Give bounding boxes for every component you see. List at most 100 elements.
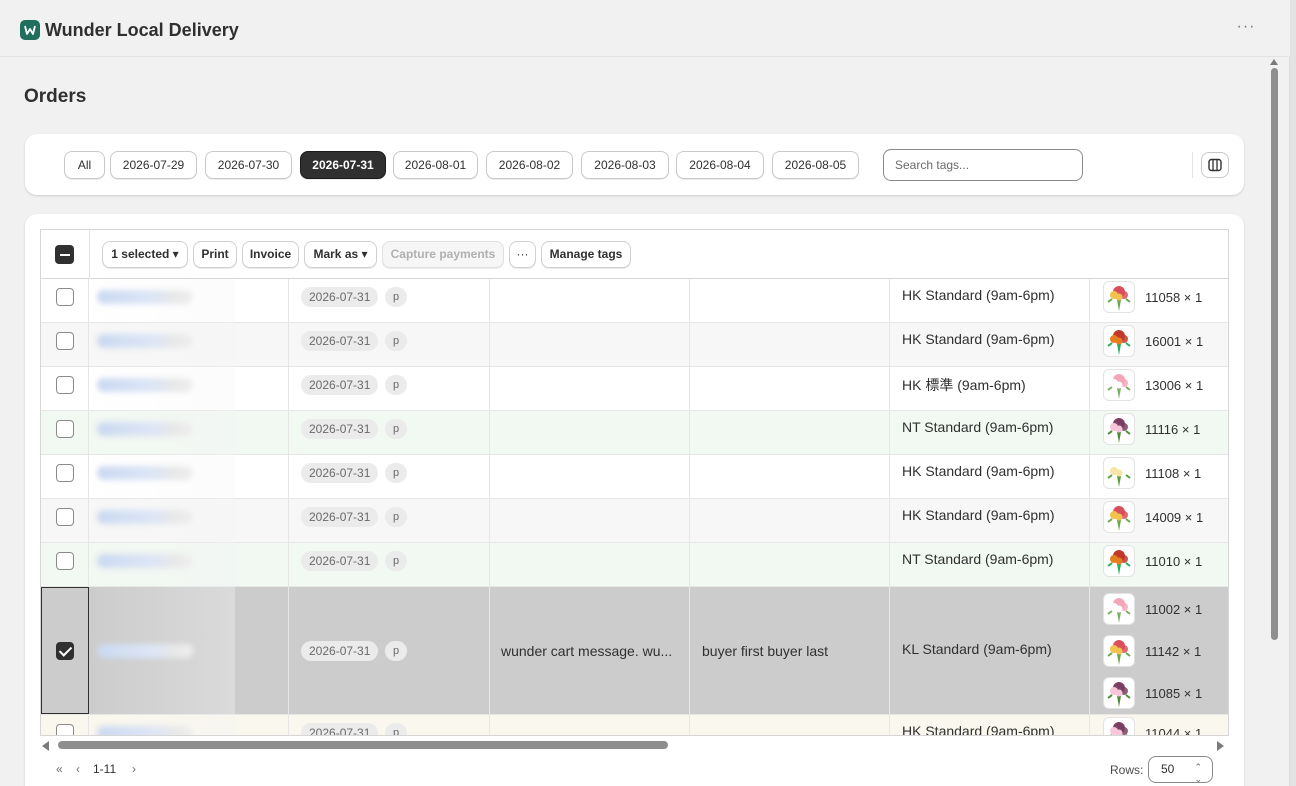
product-sku-qty: 11044 × 1	[1145, 726, 1203, 736]
rows-per-page-select[interactable]: 50 ⌃ ⌄	[1148, 756, 1213, 784]
prev-page-icon[interactable]: ‹	[76, 762, 80, 776]
product-thumbnail	[1103, 593, 1135, 625]
column-divider	[1089, 715, 1090, 735]
date-filter-chip[interactable]: 2026-07-29	[110, 151, 197, 179]
row-checkbox[interactable]	[56, 420, 74, 438]
product-thumbnail	[1103, 635, 1135, 667]
shipping-method: HK Standard (9am-6pm)	[902, 507, 1055, 523]
shipping-method: HK Standard (9am-6pm)	[902, 723, 1055, 736]
redacted-order-name	[97, 290, 193, 304]
mark-as-button[interactable]: Mark as ▾	[304, 241, 377, 268]
select-all-checkbox[interactable]	[55, 245, 74, 264]
row-checkbox[interactable]	[56, 552, 74, 570]
horizontal-scrollbar[interactable]	[40, 738, 1229, 754]
table-row[interactable]: 2026-07-31 p HK 標準 (9am-6pm) 13006 × 1	[41, 367, 1228, 411]
column-divider	[689, 715, 690, 735]
columns-button[interactable]	[1201, 152, 1229, 178]
table-row[interactable]: 2026-07-31 p NT Standard (9am-6pm) 11010 × …	[41, 543, 1228, 587]
date-filter-chip[interactable]: 2026-07-30	[205, 151, 292, 179]
page-range: 1-11	[93, 762, 117, 776]
table-row[interactable]: 2026-07-31 p HK Standard (9am-6pm) 11058 × …	[41, 279, 1228, 323]
rows-value: 50	[1161, 762, 1175, 776]
date-filter-chip[interactable]: 2026-08-02	[486, 151, 573, 179]
column-divider	[489, 279, 490, 322]
column-divider	[288, 543, 289, 586]
selected-count-button[interactable]: 1 selected ▾	[102, 241, 188, 268]
redacted-order-name	[97, 726, 193, 735]
divider	[89, 230, 90, 279]
redacted-order-name	[97, 644, 193, 658]
row-checkbox[interactable]	[56, 376, 74, 394]
table-row[interactable]: 2026-07-31 p HK Standard (9am-6pm) 11108 × …	[41, 455, 1228, 499]
product-sku-qty: 14009 × 1	[1145, 510, 1204, 525]
select-caret-icon: ⌃ ⌄	[1194, 762, 1202, 784]
column-divider	[689, 499, 690, 542]
column-divider	[489, 411, 490, 454]
column-divider	[689, 323, 690, 366]
vertical-scrollbar[interactable]	[1268, 58, 1280, 786]
row-checkbox[interactable]	[56, 464, 74, 482]
column-divider	[489, 323, 490, 366]
scroll-right-icon[interactable]	[1217, 741, 1224, 751]
delivery-date-badge: 2026-07-31	[301, 641, 379, 661]
date-filter-chip[interactable]: All	[64, 151, 105, 179]
print-button[interactable]: Print	[193, 241, 237, 268]
column-divider	[288, 279, 289, 322]
tag-badge: p	[385, 287, 407, 307]
scroll-left-icon[interactable]	[42, 741, 49, 751]
table-row[interactable]: 2026-07-31 p NT Standard (9am-6pm) 11116 × …	[41, 411, 1228, 455]
column-divider	[689, 455, 690, 498]
tag-badge: p	[385, 641, 407, 661]
row-checkbox[interactable]	[56, 724, 74, 735]
product-sku-qty: 13006 × 1	[1145, 378, 1204, 393]
more-bulk-actions-button[interactable]: ···	[509, 241, 536, 268]
date-filter-chip[interactable]: 2026-08-05	[772, 151, 859, 179]
date-filter-chip[interactable]: 2026-08-04	[676, 151, 764, 179]
capture-payments-button[interactable]: Capture payments	[382, 241, 504, 268]
date-filter-chip[interactable]: 2026-07-31	[300, 151, 386, 179]
columns-icon	[1208, 158, 1222, 172]
shipping-method: NT Standard (9am-6pm)	[902, 419, 1054, 435]
table-row[interactable]: 2026-07-31 p wunder cart message. wu... buy…	[41, 587, 1228, 715]
date-filter-chip[interactable]: 2026-08-01	[393, 151, 478, 179]
row-checkbox[interactable]	[56, 288, 74, 306]
more-actions-icon[interactable]: ···	[1235, 18, 1257, 40]
divider	[1192, 152, 1193, 178]
column-divider	[1089, 279, 1090, 322]
product-thumbnail	[1103, 325, 1135, 357]
tag-badge: p	[385, 463, 407, 483]
column-divider	[889, 715, 890, 735]
scroll-up-icon[interactable]	[1270, 59, 1278, 65]
manage-tags-button[interactable]: Manage tags	[541, 241, 631, 268]
date-filter-chip[interactable]: 2026-08-03	[581, 151, 669, 179]
product-sku-qty: 11058 × 1	[1145, 290, 1203, 305]
app-window: Wunder Local Delivery ··· Orders All2026…	[0, 0, 1290, 786]
search-tags-input[interactable]	[883, 149, 1083, 181]
rows-label: Rows:	[1110, 763, 1144, 777]
scrollbar-thumb[interactable]	[1271, 68, 1278, 640]
table-row[interactable]: 2026-07-31 p HK Standard (9am-6pm) 11044 × …	[41, 715, 1228, 736]
column-divider	[288, 455, 289, 498]
table-row[interactable]: 2026-07-31 p HK Standard (9am-6pm) 14009 × …	[41, 499, 1228, 543]
scrollbar-thumb[interactable]	[58, 741, 668, 749]
table-row[interactable]: 2026-07-31 p HK Standard (9am-6pm) 16001 × …	[41, 323, 1228, 367]
tag-badge: p	[385, 375, 407, 395]
next-page-icon[interactable]: ›	[132, 762, 136, 776]
tag-badge: p	[385, 507, 407, 527]
row-checkbox[interactable]	[56, 332, 74, 350]
shipping-method: KL Standard (9am-6pm)	[902, 641, 1052, 657]
orders-table: 1 selected ▾ Print Invoice Mark as ▾ Cap…	[40, 229, 1229, 736]
delivery-date-badge: 2026-07-31	[301, 551, 379, 571]
delivery-date-badge: 2026-07-31	[301, 463, 379, 483]
delivery-date-badge: 2026-07-31	[301, 375, 379, 395]
redacted-order-name	[97, 378, 193, 392]
first-page-icon[interactable]: «	[56, 762, 63, 776]
column-divider	[1089, 587, 1090, 714]
invoice-button[interactable]: Invoice	[242, 241, 299, 268]
column-divider	[889, 279, 890, 322]
row-checkbox[interactable]	[56, 642, 74, 660]
product-thumbnail	[1103, 369, 1135, 401]
redacted-order-name	[97, 510, 193, 524]
row-checkbox[interactable]	[56, 508, 74, 526]
delivery-date-badge: 2026-07-31	[301, 287, 379, 307]
